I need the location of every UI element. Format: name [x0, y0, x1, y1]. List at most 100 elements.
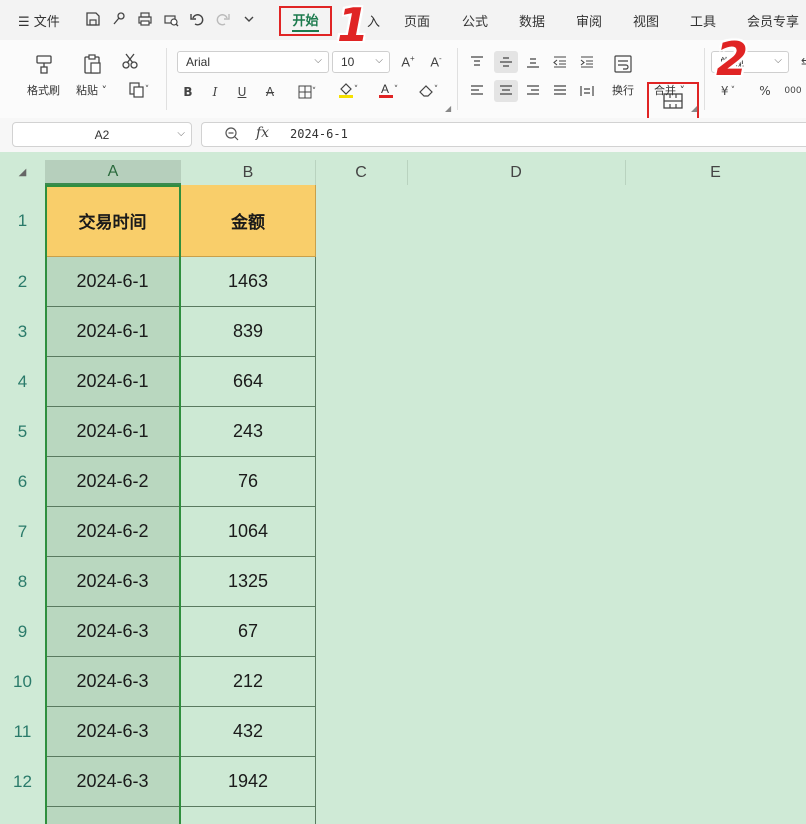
cell-date[interactable]: [45, 807, 181, 824]
cell-amount[interactable]: 1942: [181, 757, 316, 807]
row-header[interactable]: 3: [0, 307, 45, 357]
wrap-text-button[interactable]: 换行: [611, 52, 635, 98]
row-header[interactable]: 9: [0, 607, 45, 657]
decrease-indent-icon[interactable]: [551, 53, 569, 71]
align-left-icon[interactable]: [468, 82, 486, 100]
border-icon[interactable]: ˅: [290, 83, 324, 101]
row-header[interactable]: 2: [0, 257, 45, 307]
underline-icon[interactable]: U: [233, 83, 251, 101]
column-header-d[interactable]: D: [407, 160, 625, 185]
thousands-icon[interactable]: 000: [784, 82, 802, 100]
row-header[interactable]: 6: [0, 457, 45, 507]
cell-date[interactable]: 2024-6-2: [45, 507, 181, 557]
alignment-dialog-icon[interactable]: ◢: [691, 104, 697, 113]
share-icon[interactable]: [110, 10, 128, 28]
save-icon[interactable]: [84, 10, 102, 28]
cell-date[interactable]: 2024-6-1: [45, 257, 181, 307]
cell-date[interactable]: 2024-6-1: [45, 307, 181, 357]
undo-icon[interactable]: [188, 10, 206, 28]
align-bottom-icon[interactable]: [524, 53, 542, 71]
name-box[interactable]: A2 ⌵: [12, 122, 192, 147]
cell-amount[interactable]: 67: [181, 607, 316, 657]
convert-icon[interactable]: ⇆: [797, 53, 806, 71]
decrease-font-icon[interactable]: A-: [427, 53, 445, 71]
increase-font-icon[interactable]: A+: [399, 53, 417, 71]
cut-icon[interactable]: [121, 52, 139, 70]
tab-view[interactable]: 视图: [633, 11, 659, 30]
cell-date[interactable]: 2024-6-3: [45, 707, 181, 757]
print-preview-icon[interactable]: [162, 10, 180, 28]
cell-amount[interactable]: 664: [181, 357, 316, 407]
font-name-select[interactable]: Arial ⌵: [177, 51, 329, 73]
cell-date[interactable]: 2024-6-3: [45, 557, 181, 607]
zoom-icon[interactable]: [224, 126, 240, 146]
header-cell-amount[interactable]: 金额: [181, 185, 316, 257]
tab-home[interactable]: 开始: [279, 6, 332, 36]
row-header[interactable]: 12: [0, 757, 45, 807]
row-header[interactable]: 8: [0, 557, 45, 607]
tab-page[interactable]: 页面: [404, 11, 430, 30]
select-all-corner[interactable]: ◢: [0, 160, 45, 185]
increase-indent-icon[interactable]: [578, 53, 596, 71]
format-painter-button[interactable]: 格式刷: [27, 52, 60, 98]
align-right-icon[interactable]: [524, 82, 542, 100]
row-header[interactable]: 5: [0, 407, 45, 457]
row-header[interactable]: 1: [0, 185, 45, 257]
bold-icon[interactable]: B: [179, 83, 197, 101]
sheet-grid[interactable]: ◢ A B C D E 1 交易时间 金额 2 2024-6-1 1463 3 2024-6-…: [0, 152, 806, 824]
column-header-c[interactable]: C: [315, 160, 407, 185]
column-header-a[interactable]: A: [45, 160, 181, 185]
cell-amount[interactable]: 1325: [181, 557, 316, 607]
italic-icon[interactable]: I: [206, 83, 224, 101]
redo-icon[interactable]: [214, 10, 232, 28]
cell-amount[interactable]: 212: [181, 657, 316, 707]
row-header[interactable]: 10: [0, 657, 45, 707]
percent-button[interactable]: %: [756, 82, 774, 100]
align-center-icon[interactable]: [494, 80, 518, 102]
tab-tools[interactable]: 工具: [690, 11, 716, 30]
cell-date[interactable]: 2024-6-3: [45, 757, 181, 807]
eraser-icon[interactable]: ˅: [411, 81, 445, 99]
cell-date[interactable]: 2024-6-1: [45, 407, 181, 457]
strikethrough-icon[interactable]: A: [261, 83, 279, 101]
font-dialog-icon[interactable]: ◢: [445, 104, 451, 113]
column-header-e[interactable]: E: [625, 160, 806, 185]
align-middle-icon[interactable]: [494, 51, 518, 73]
cell-amount[interactable]: 839: [181, 307, 316, 357]
row-header[interactable]: 4: [0, 357, 45, 407]
tab-formula[interactable]: 公式: [462, 11, 488, 30]
justify-icon[interactable]: [551, 82, 569, 100]
cell-amount[interactable]: 1064: [181, 507, 316, 557]
paste-button[interactable]: 粘贴 ˅: [76, 52, 107, 98]
fx-icon[interactable]: fx: [256, 125, 269, 141]
cell-amount[interactable]: 432: [181, 707, 316, 757]
cell-amount[interactable]: 76: [181, 457, 316, 507]
row-header[interactable]: 7: [0, 507, 45, 557]
formula-input[interactable]: fx 2024-6-1: [201, 122, 806, 147]
cell-amount[interactable]: 243: [181, 407, 316, 457]
cell-date[interactable]: 2024-6-3: [45, 657, 181, 707]
fill-color-icon[interactable]: ˅: [331, 81, 365, 99]
row-header[interactable]: [0, 807, 45, 824]
cell-date[interactable]: 2024-6-3: [45, 607, 181, 657]
chevron-down-icon[interactable]: [240, 10, 258, 28]
font-color-icon[interactable]: A ˅: [371, 81, 405, 99]
cell-amount[interactable]: 1463: [181, 257, 316, 307]
merge-label[interactable]: 合并 ˅: [654, 82, 685, 98]
print-icon[interactable]: [136, 10, 154, 28]
row-header[interactable]: 11: [0, 707, 45, 757]
distributed-align-icon[interactable]: [578, 82, 596, 100]
column-header-b[interactable]: B: [181, 160, 315, 185]
tab-review[interactable]: 审阅: [576, 11, 602, 30]
cell-amount[interactable]: [181, 807, 316, 824]
cell-date[interactable]: 2024-6-1: [45, 357, 181, 407]
tab-data[interactable]: 数据: [519, 11, 545, 30]
tab-member[interactable]: 会员专享: [747, 11, 799, 30]
file-menu[interactable]: ☰ 文件: [18, 11, 60, 30]
cell-date[interactable]: 2024-6-2: [45, 457, 181, 507]
font-size-select[interactable]: 10 ⌵: [332, 51, 390, 73]
chevron-down-icon: ⌵: [375, 55, 383, 66]
header-cell-transaction-time[interactable]: 交易时间: [45, 185, 181, 257]
align-top-icon[interactable]: [468, 53, 486, 71]
copy-icon[interactable]: ˅: [123, 81, 153, 99]
